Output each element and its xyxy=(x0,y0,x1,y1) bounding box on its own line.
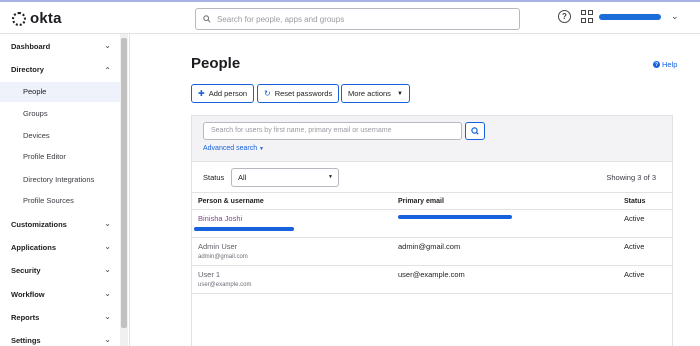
results-count: Showing 3 of 3 xyxy=(606,173,656,182)
global-search-input[interactable]: Search for people, apps and groups xyxy=(195,8,520,30)
logo-text: okta xyxy=(30,10,62,27)
email-value: admin@gmail.com xyxy=(398,242,461,251)
chevron-down-icon[interactable]: ⌄ xyxy=(671,11,679,22)
sidebar-item-devices[interactable]: Devices xyxy=(0,126,120,146)
status-filter-select[interactable]: All ▼ xyxy=(231,168,339,187)
chevron-down-icon: ⌄ xyxy=(104,289,111,298)
chevron-down-icon: ⌄ xyxy=(104,242,111,251)
user-search-input[interactable]: Search for users by first name, primary … xyxy=(203,122,462,140)
add-person-label: Add person xyxy=(208,89,248,98)
more-actions-button[interactable]: More actions ▼ xyxy=(341,84,410,103)
username-value: admin@gmail.com xyxy=(198,254,248,260)
sidebar-item-label: Customizations xyxy=(11,220,67,229)
chevron-down-icon: ⌄ xyxy=(104,265,111,274)
sidebar-item-workflow[interactable]: Workflow ⌄ xyxy=(11,289,111,299)
column-header-email: Primary email xyxy=(398,198,444,205)
add-user-icon: ✚ xyxy=(198,89,205,98)
person-name-link[interactable]: Admin User xyxy=(198,242,237,251)
refresh-icon: ↻ xyxy=(264,89,271,98)
sidebar-item-label: Reports xyxy=(11,313,40,322)
sidebar-item-label: Security xyxy=(11,266,41,275)
status-value: Active xyxy=(624,270,645,279)
chevron-down-icon: ⌄ xyxy=(104,335,111,344)
search-icon xyxy=(203,15,211,23)
reset-passwords-button[interactable]: ↻ Reset passwords xyxy=(257,84,340,103)
sidebar-item-reports[interactable]: Reports ⌄ xyxy=(11,312,111,322)
sidebar-item-profile-sources[interactable]: Profile Sources xyxy=(0,191,120,211)
sidebar-item-dashboard[interactable]: Dashboard ⌄ xyxy=(11,41,111,51)
table-row[interactable]: User 1 user@example.com user@example.com… xyxy=(192,266,672,294)
search-area: Search for users by first name, primary … xyxy=(192,116,672,161)
sidebar-item-customizations[interactable]: Customizations ⌄ xyxy=(11,219,111,229)
chevron-down-icon: ⌄ xyxy=(104,219,111,228)
column-header-status: Status xyxy=(624,198,646,205)
table-header: Person & username Primary email Status xyxy=(192,193,672,210)
person-name-link[interactable]: Binisha Joshi xyxy=(198,214,242,223)
help-link-label: Help xyxy=(662,60,678,69)
question-circle-icon[interactable]: ? xyxy=(558,10,571,23)
chevron-up-icon: ⌃ xyxy=(104,66,111,75)
chevron-down-icon: ⌄ xyxy=(104,312,111,321)
user-menu-redacted[interactable] xyxy=(599,14,661,20)
user-search-button[interactable] xyxy=(465,122,485,140)
sidebar-item-applications[interactable]: Applications ⌄ xyxy=(11,242,111,252)
okta-logo[interactable]: okta xyxy=(12,10,62,27)
advanced-search-link[interactable]: Advanced search ▼ xyxy=(203,145,264,152)
chevron-down-icon: ⌄ xyxy=(104,41,111,50)
redacted-username xyxy=(194,227,294,231)
table-row[interactable]: Binisha Joshi Active xyxy=(192,210,672,238)
table-row[interactable]: Admin User admin@gmail.com admin@gmail.c… xyxy=(192,238,672,266)
status-filter-value: All xyxy=(238,173,247,182)
status-value: Active xyxy=(624,242,645,251)
page-title: People xyxy=(191,55,241,72)
more-actions-label: More actions xyxy=(348,89,391,98)
person-name-link[interactable]: User 1 xyxy=(198,270,220,279)
sidebar-item-label: Directory xyxy=(11,65,44,74)
caret-down-icon: ▼ xyxy=(396,90,403,97)
add-person-button[interactable]: ✚ Add person xyxy=(191,84,255,103)
sidebar-item-directory-integrations[interactable]: Directory Integrations xyxy=(0,170,120,190)
help-icon: ? xyxy=(653,61,660,68)
grid-icon[interactable] xyxy=(581,10,594,23)
status-filter-label: Status xyxy=(203,173,225,182)
sidebar-item-label: Settings xyxy=(11,336,41,345)
sidebar-item-directory[interactable]: Directory ⌃ xyxy=(11,65,111,75)
email-value: user@example.com xyxy=(398,270,465,279)
sidebar-item-label: Workflow xyxy=(11,290,45,299)
filter-row: Status All ▼ Showing 3 of 3 xyxy=(192,161,672,193)
search-icon xyxy=(471,127,479,135)
sidebar xyxy=(0,34,130,346)
top-bar: okta Search for people, apps and groups … xyxy=(0,0,700,34)
caret-down-icon: ▼ xyxy=(259,146,264,152)
sidebar-item-people[interactable]: People xyxy=(0,82,120,102)
advanced-search-label: Advanced search xyxy=(203,145,258,152)
okta-logo-icon xyxy=(12,11,26,26)
help-link[interactable]: ? Help xyxy=(653,60,677,69)
global-search-placeholder: Search for people, apps and groups xyxy=(217,14,345,24)
status-value: Active xyxy=(624,214,645,223)
username-value: user@example.com xyxy=(198,282,252,288)
sidebar-item-security[interactable]: Security ⌄ xyxy=(11,265,111,275)
sidebar-item-settings[interactable]: Settings ⌄ xyxy=(11,335,111,345)
reset-passwords-label: Reset passwords xyxy=(274,89,333,98)
column-header-person: Person & username xyxy=(198,198,264,205)
caret-down-icon: ▼ xyxy=(328,174,333,180)
sidebar-item-profile-editor[interactable]: Profile Editor xyxy=(0,147,120,167)
sidebar-scrollbar-thumb[interactable] xyxy=(121,38,127,328)
sidebar-item-groups[interactable]: Groups xyxy=(0,104,120,124)
people-panel: Search for users by first name, primary … xyxy=(191,115,673,346)
sidebar-item-label: Dashboard xyxy=(11,42,51,51)
redacted-email xyxy=(398,215,512,219)
sidebar-item-label: Applications xyxy=(11,243,57,252)
